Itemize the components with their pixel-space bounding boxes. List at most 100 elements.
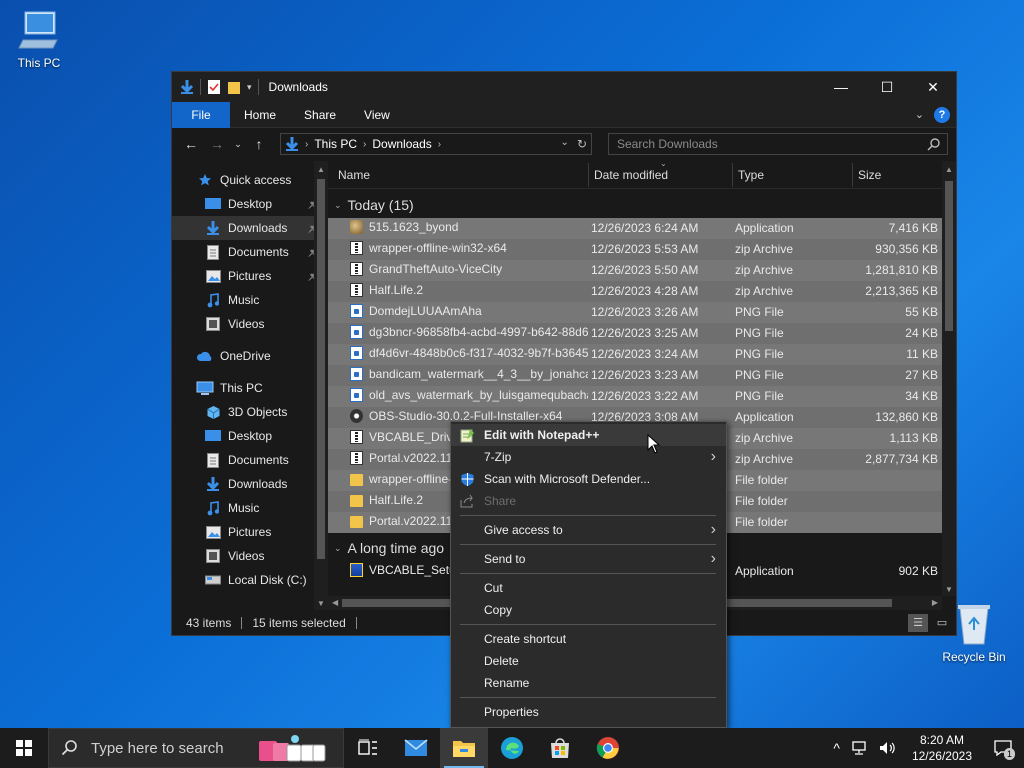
file-row[interactable]: GrandTheftAuto-ViceCity 12/26/2023 5:50 A… [328, 260, 956, 281]
large-icons-view-button[interactable]: ▭ [932, 614, 952, 632]
sidebar-item-onedrive[interactable]: OneDrive [172, 344, 328, 368]
sidebar-item-documents[interactable]: Documents📌 [172, 240, 328, 264]
scroll-left-icon[interactable]: ◀ [332, 596, 338, 610]
column-header-size[interactable]: Size [858, 168, 881, 182]
sidebar-item-quick-access[interactable]: Quick access [172, 168, 328, 192]
taskbar-file-explorer[interactable] [440, 728, 488, 768]
start-button[interactable] [0, 728, 48, 768]
breadcrumb-separator[interactable]: › [363, 139, 366, 150]
menu-item-send-to[interactable]: Send to › [451, 548, 726, 570]
network-icon[interactable] [850, 740, 868, 756]
desktop-this-pc[interactable]: This PC [4, 8, 74, 70]
sidebar-item-desktop[interactable]: Desktop📌 [172, 192, 328, 216]
new-folder-icon[interactable] [227, 79, 241, 95]
tab-share[interactable]: Share [290, 102, 350, 128]
column-header-type[interactable]: Type [738, 168, 764, 182]
back-button[interactable]: ← [180, 133, 202, 155]
scrollbar-thumb[interactable] [317, 179, 325, 559]
tab-file[interactable]: File [172, 101, 230, 128]
taskbar-search-input[interactable] [91, 739, 241, 757]
column-header-date-modified[interactable]: Date modified [594, 168, 668, 182]
file-row[interactable]: DomdejLUUAAmAha 12/26/2023 3:26 AM PNG Fil… [328, 302, 956, 323]
action-center-button[interactable]: 1 [988, 740, 1018, 760]
file-row[interactable]: bandicam_watermark__4_3__by_jonahca... 12… [328, 365, 956, 386]
sidebar-item-3d-objects[interactable]: 3D Objects [172, 400, 328, 424]
menu-item-rename[interactable]: Rename [451, 672, 726, 694]
customize-toolbar-chevron-icon[interactable]: ▾ [247, 82, 252, 93]
menu-item-delete[interactable]: Delete [451, 650, 726, 672]
taskbar-chrome[interactable] [584, 728, 632, 768]
up-button[interactable]: ↑ [248, 133, 270, 155]
breadcrumb-downloads[interactable]: Downloads [372, 137, 431, 151]
desktop-recycle-bin-label: Recycle Bin [942, 650, 1006, 664]
group-header-today[interactable]: ⌄ Today (15) [328, 192, 956, 218]
file-row[interactable]: wrapper-offline-win32-x64 12/26/2023 5:53… [328, 239, 956, 260]
column-header-name[interactable]: Name [338, 168, 370, 182]
column-divider[interactable] [732, 163, 733, 187]
sidebar-item-local-disk-c[interactable]: Local Disk (C:) [172, 568, 328, 592]
menu-item-give-access-to[interactable]: Give access to › [451, 519, 726, 541]
sidebar-item-downloads[interactable]: Downloads📌 [172, 216, 328, 240]
scroll-down-icon[interactable]: ▼ [314, 599, 328, 608]
help-button[interactable]: ? [934, 106, 950, 123]
sidebar-item-videos[interactable]: Videos [172, 312, 328, 336]
sidebar-item-desktop[interactable]: Desktop [172, 424, 328, 448]
expand-ribbon-chevron-icon[interactable]: ⌄ [915, 108, 924, 121]
file-list-vertical-scrollbar[interactable]: ▲ ▼ [942, 161, 956, 596]
column-divider[interactable] [852, 163, 853, 187]
details-view-button[interactable]: ☰ [908, 613, 928, 632]
menu-item-copy[interactable]: Copy [451, 599, 726, 621]
search-box[interactable] [608, 133, 948, 155]
column-divider[interactable] [588, 163, 589, 187]
scrollbar-thumb[interactable] [945, 181, 953, 331]
breadcrumb-separator[interactable]: › [305, 139, 308, 150]
forward-button[interactable]: → [206, 133, 228, 155]
file-row[interactable]: dg3bncr-96858fb4-acbd-4997-b642-88d6... 1… [328, 323, 956, 344]
scroll-up-icon[interactable]: ▲ [942, 165, 956, 174]
sidebar-item-this-pc[interactable]: This PC [172, 376, 328, 400]
sidebar-item-documents[interactable]: Documents [172, 448, 328, 472]
scroll-down-icon[interactable]: ▼ [942, 585, 956, 594]
menu-item-cut[interactable]: Cut [451, 577, 726, 599]
tab-home[interactable]: Home [230, 102, 290, 128]
sidebar-item-label: Downloads [228, 221, 288, 235]
clock[interactable]: 8:20 AM 12/26/2023 [906, 732, 978, 764]
menu-item-create-shortcut[interactable]: Create shortcut [451, 628, 726, 650]
sidebar-item-music[interactable]: Music [172, 288, 328, 312]
scroll-right-icon[interactable]: ▶ [932, 596, 938, 610]
file-row[interactable]: df4d6vr-4848b0c6-f317-4032-9b7f-b3645...… [328, 344, 956, 365]
sidebar-item-pictures[interactable]: Pictures📌 [172, 264, 328, 288]
maximize-button[interactable]: ☐ [864, 72, 910, 102]
minimize-button[interactable]: — [818, 72, 864, 102]
file-row[interactable]: old_avs_watermark_by_luisgamequbacha... 1… [328, 386, 956, 407]
properties-check-icon[interactable] [207, 79, 221, 95]
sidebar-item-downloads[interactable]: Downloads [172, 472, 328, 496]
taskbar-edge[interactable] [488, 728, 536, 768]
tray-chevron-up-icon[interactable]: ^ [833, 740, 840, 756]
file-row[interactable]: Half.Life.2 12/26/2023 4:28 AM zip Archive… [328, 281, 956, 302]
menu-item-edit-with-notepad[interactable]: Edit with Notepad++ [451, 424, 726, 446]
file-row[interactable]: 515.1623_byond 12/26/2023 6:24 AM Applicat… [328, 218, 956, 239]
scroll-up-icon[interactable]: ▲ [314, 165, 328, 174]
breadcrumb-this-pc[interactable]: This PC [314, 137, 357, 151]
menu-item-properties[interactable]: Properties [451, 701, 726, 723]
search-input[interactable] [617, 137, 927, 151]
taskbar-search[interactable] [48, 728, 344, 768]
navigation-scrollbar[interactable]: ▲ ▼ [314, 161, 328, 610]
close-button[interactable]: ✕ [910, 72, 956, 102]
sidebar-item-videos[interactable]: Videos [172, 544, 328, 568]
menu-item-scan-with-microsoft-defender[interactable]: Scan with Microsoft Defender... [451, 468, 726, 490]
sidebar-item-pictures[interactable]: Pictures [172, 520, 328, 544]
menu-item-7-zip[interactable]: 7-Zip › [451, 446, 726, 468]
taskbar-store[interactable] [536, 728, 584, 768]
tab-view[interactable]: View [350, 102, 404, 128]
sidebar-item-music[interactable]: Music [172, 496, 328, 520]
task-view-button[interactable] [344, 728, 392, 768]
recent-locations-button[interactable]: ⌄ [232, 133, 244, 155]
address-bar[interactable]: › This PC › Downloads › ⌄ ↻ [280, 133, 592, 155]
refresh-icon[interactable]: ↻ [577, 137, 587, 151]
address-history-chevron-icon[interactable]: ⌄ [561, 137, 569, 151]
volume-icon[interactable] [878, 740, 896, 756]
taskbar-mail[interactable] [392, 728, 440, 768]
breadcrumb-separator[interactable]: › [438, 139, 441, 150]
